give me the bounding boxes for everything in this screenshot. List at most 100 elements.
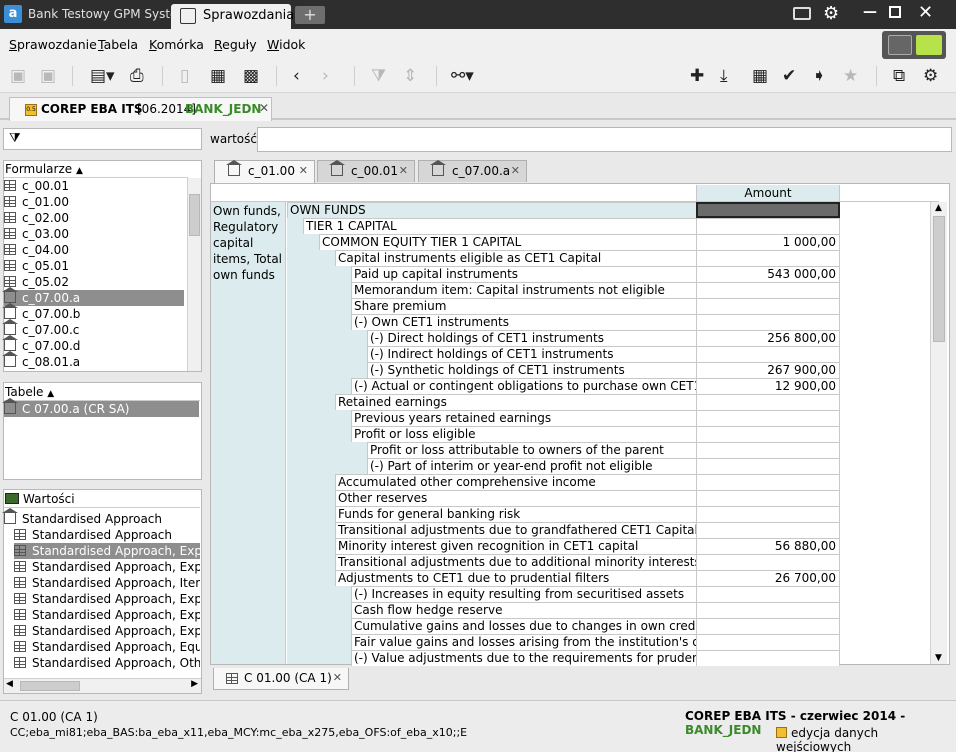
close-tab-icon[interactable]: ✕ — [511, 161, 520, 181]
tree-item[interactable]: Standardised Approach, Other it — [14, 655, 200, 671]
amount-cell[interactable] — [696, 282, 840, 298]
close-tab-icon[interactable]: ✕ — [299, 161, 308, 181]
tree-item[interactable]: Standardised Approach, Exposu — [14, 559, 200, 575]
column-header-amount[interactable]: Amount — [696, 185, 840, 202]
close-document-icon[interactable]: ✕ — [259, 101, 269, 115]
amount-cell[interactable]: 56 880,00 — [696, 538, 840, 554]
list-item[interactable]: c_07.00.c — [2, 319, 184, 338]
amount-cell[interactable] — [696, 554, 840, 570]
menu-komorka[interactable]: Komórka — [149, 37, 204, 52]
amount-cell[interactable] — [696, 394, 840, 410]
menu-widok[interactable]: Widok — [267, 37, 305, 52]
list-item[interactable]: c_07.00.a — [2, 287, 184, 306]
amount-cell[interactable] — [696, 314, 840, 330]
calculator-grid-icon[interactable]: ▦ — [210, 66, 226, 86]
tree-item[interactable]: Standardised Approach, Items a — [14, 575, 200, 591]
list-item[interactable]: c_00.01 — [4, 178, 184, 194]
sheet-tab-c0700a[interactable]: c_07.00.a ✕ — [418, 160, 527, 182]
amount-cell[interactable] — [696, 586, 840, 602]
list-item[interactable]: C 07.00.a (CR SA) — [2, 398, 199, 417]
settings-document-icon[interactable]: ⚙ — [923, 66, 938, 86]
amount-cell[interactable] — [696, 410, 840, 426]
menu-sprawozdanie[interactable]: Sprawozdanie — [9, 37, 97, 52]
amount-cell[interactable]: 256 800,00 — [696, 330, 840, 346]
filter-input[interactable]: ⧩ — [3, 128, 202, 150]
add-tab-button[interactable]: + — [295, 6, 325, 24]
amount-cell[interactable] — [696, 202, 840, 218]
list-item[interactable]: c_05.01 — [4, 258, 184, 274]
scroll-thumb[interactable] — [20, 681, 80, 691]
tree-root[interactable]: Standardised Approach — [2, 508, 162, 527]
print-icon[interactable]: ▤▾ — [90, 66, 115, 86]
close-tab-icon[interactable]: ✕ — [333, 668, 342, 688]
close-tab-icon[interactable]: ✕ — [399, 161, 408, 181]
scroll-left-icon[interactable]: ◀ — [6, 679, 13, 689]
tree-item[interactable]: Standardised Approach, Exposu — [14, 623, 200, 639]
document-tab[interactable]: 0.5 COREP EBA ITS [06.2014] BANK_JEDN ✕ — [9, 97, 272, 121]
scroll-right-icon[interactable]: ▶ — [191, 679, 198, 689]
tab-sprawozdania[interactable]: Sprawozdania — [171, 4, 294, 29]
tree-item[interactable]: Standardised Approach, Exposu — [14, 607, 200, 623]
filter-icon[interactable]: ⧩ — [371, 66, 386, 86]
list-item[interactable]: c_05.02 — [4, 274, 184, 290]
sort-icon[interactable]: ⇕ — [403, 66, 417, 86]
list-item[interactable]: c_07.00.b — [2, 303, 184, 322]
menu-tabela[interactable]: Tabela — [98, 37, 138, 52]
tree-item[interactable]: Standardised Approach, Equity e — [14, 639, 200, 655]
amount-cell[interactable] — [696, 346, 840, 362]
list-item[interactable]: c_08.01.a — [2, 351, 184, 370]
delete-row-icon[interactable]: ▯ — [180, 66, 189, 86]
download-icon[interactable]: ⤓ — [720, 66, 728, 86]
tree-item[interactable]: Standardised Approach, Exposu — [14, 543, 200, 559]
sheet-view-button[interactable] — [916, 35, 942, 55]
formularze-header[interactable]: Formularze ▲ — [5, 162, 83, 176]
amount-cell[interactable] — [696, 490, 840, 506]
list-item[interactable]: c_01.00 — [4, 194, 184, 210]
amount-cell[interactable] — [696, 522, 840, 538]
sheet-tab-c01[interactable]: c_01.00 ✕ — [214, 160, 315, 184]
amount-cell[interactable] — [696, 442, 840, 458]
scroll-up-icon[interactable]: ▲ — [935, 203, 942, 213]
amount-cell[interactable]: 26 700,00 — [696, 570, 840, 586]
close-window-button[interactable]: ✕ — [918, 2, 933, 23]
list-item[interactable]: c_07.00.d — [2, 335, 184, 354]
gear-icon[interactable]: ⚙ — [823, 3, 839, 24]
formularze-scrollbar[interactable] — [187, 178, 201, 371]
tabele-header[interactable]: Tabele ▲ — [5, 385, 54, 399]
grid-scrollbar[interactable]: ▲ ▼ — [930, 202, 947, 664]
amount-cell[interactable] — [696, 218, 840, 234]
calculator-icon[interactable]: ▦ — [752, 66, 768, 86]
amount-cell[interactable] — [696, 298, 840, 314]
amount-cell[interactable]: 1 000,00 — [696, 234, 840, 250]
amount-cell[interactable] — [696, 458, 840, 474]
tree-item[interactable]: Standardised Approach, Exposu — [14, 591, 200, 607]
list-item[interactable]: c_03.00 — [4, 226, 184, 242]
amount-cell[interactable] — [696, 250, 840, 266]
amount-cell[interactable] — [696, 634, 840, 650]
calculate-icon[interactable]: ▩ — [243, 66, 259, 86]
scroll-thumb[interactable] — [189, 194, 200, 236]
tag-icon[interactable]: ➧ — [812, 66, 826, 86]
list-item[interactable]: c_04.00 — [4, 242, 184, 258]
minimize-button[interactable]: — — [863, 4, 877, 20]
menu-reguly[interactable]: Reguły — [214, 37, 257, 52]
scroll-thumb[interactable] — [933, 216, 945, 342]
export-icon[interactable]: ⧉ — [893, 66, 905, 86]
amount-cell[interactable] — [696, 650, 840, 666]
scroll-down-icon[interactable]: ▼ — [935, 653, 942, 663]
list-view-button[interactable] — [888, 35, 912, 55]
save-icon[interactable]: ▣ — [10, 66, 26, 86]
checkmark-icon[interactable]: ✔ — [782, 66, 796, 86]
wartosc-input[interactable] — [257, 127, 952, 152]
tree-item[interactable]: Standardised Approach — [14, 527, 200, 543]
navigate-forward-icon[interactable]: › — [322, 66, 329, 86]
print-preview-icon[interactable]: ⎙ — [130, 66, 144, 86]
navigate-back-icon[interactable]: ‹ — [293, 66, 300, 86]
add-icon[interactable]: ✚ — [690, 66, 704, 86]
amount-cell[interactable] — [696, 474, 840, 490]
list-item[interactable]: c_02.00 — [4, 210, 184, 226]
amount-cell[interactable] — [696, 426, 840, 442]
table-tab[interactable]: C 01.00 (CA 1) ✕ — [213, 668, 349, 690]
amount-cell[interactable]: 267 900,00 — [696, 362, 840, 378]
save-copy-icon[interactable]: ▣ — [40, 66, 56, 86]
